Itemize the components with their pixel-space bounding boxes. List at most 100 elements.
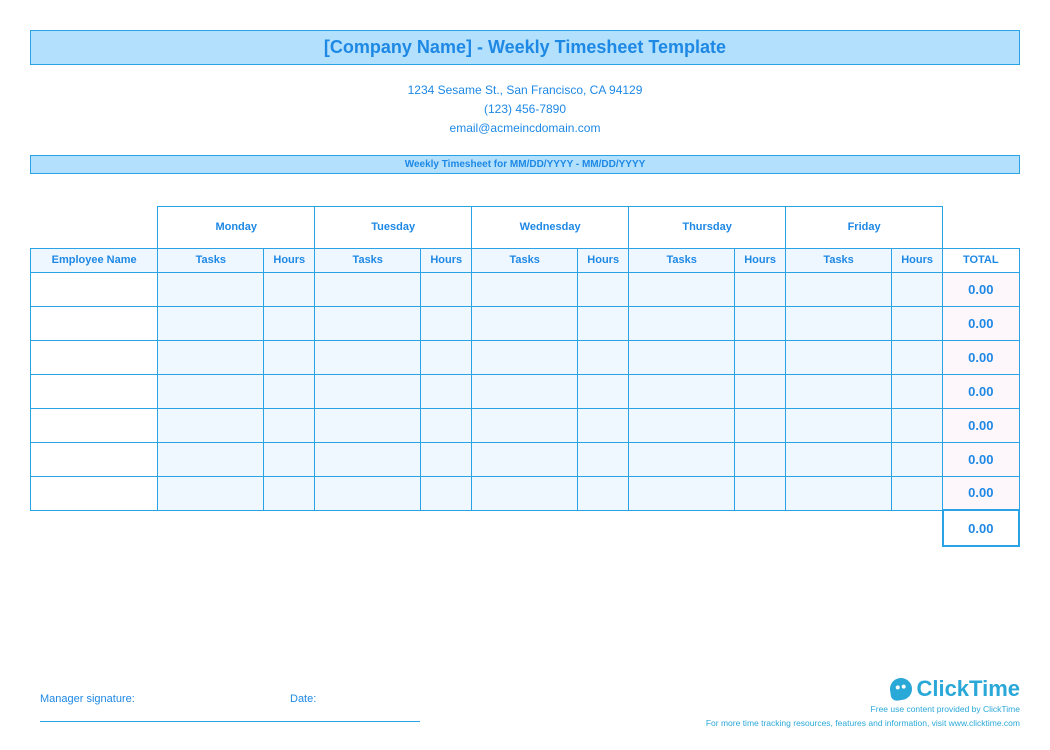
col-employee: Employee Name — [31, 248, 158, 272]
col-hours: Hours — [264, 248, 315, 272]
employee-cell[interactable] — [31, 340, 158, 374]
hours-cell[interactable] — [264, 442, 315, 476]
tasks-cell[interactable] — [472, 340, 578, 374]
hours-cell[interactable] — [264, 374, 315, 408]
hours-cell[interactable] — [892, 408, 943, 442]
hours-cell[interactable] — [421, 306, 472, 340]
company-phone: (123) 456-7890 — [30, 100, 1020, 119]
employee-cell[interactable] — [31, 408, 158, 442]
hours-cell[interactable] — [735, 272, 786, 306]
hours-cell[interactable] — [578, 374, 629, 408]
hours-cell[interactable] — [735, 408, 786, 442]
hours-cell[interactable] — [892, 306, 943, 340]
tasks-cell[interactable] — [629, 340, 735, 374]
tasks-cell[interactable] — [786, 476, 892, 510]
tasks-cell[interactable] — [472, 374, 578, 408]
employee-cell[interactable] — [31, 306, 158, 340]
tasks-cell[interactable] — [158, 272, 264, 306]
hours-cell[interactable] — [735, 476, 786, 510]
hours-cell[interactable] — [735, 374, 786, 408]
company-info: 1234 Sesame St., San Francisco, CA 94129… — [30, 81, 1020, 139]
tasks-cell[interactable] — [158, 340, 264, 374]
footer-line-2: For more time tracking resources, featur… — [706, 718, 1020, 730]
grand-total: 0.00 — [943, 510, 1019, 546]
col-tasks: Tasks — [472, 248, 578, 272]
hours-cell[interactable] — [421, 408, 472, 442]
tasks-cell[interactable] — [629, 476, 735, 510]
hours-cell[interactable] — [735, 442, 786, 476]
employee-cell[interactable] — [31, 374, 158, 408]
tasks-cell[interactable] — [315, 408, 421, 442]
employee-cell[interactable] — [31, 272, 158, 306]
hours-cell[interactable] — [421, 476, 472, 510]
tasks-cell[interactable] — [786, 408, 892, 442]
tasks-cell[interactable] — [629, 306, 735, 340]
row-total: 0.00 — [943, 442, 1019, 476]
tasks-cell[interactable] — [315, 442, 421, 476]
tasks-cell[interactable] — [786, 374, 892, 408]
hours-cell[interactable] — [264, 476, 315, 510]
hours-cell[interactable] — [735, 306, 786, 340]
tasks-cell[interactable] — [158, 442, 264, 476]
brand-name: ClickTime — [916, 676, 1020, 702]
hours-cell[interactable] — [421, 374, 472, 408]
tasks-cell[interactable] — [315, 476, 421, 510]
table-row: 0.00 — [31, 374, 1020, 408]
col-tasks: Tasks — [629, 248, 735, 272]
hours-cell[interactable] — [578, 306, 629, 340]
employee-cell[interactable] — [31, 476, 158, 510]
tasks-cell[interactable] — [158, 476, 264, 510]
tasks-cell[interactable] — [472, 442, 578, 476]
hours-cell[interactable] — [578, 476, 629, 510]
signature-line — [40, 721, 420, 722]
hours-cell[interactable] — [264, 340, 315, 374]
tasks-cell[interactable] — [315, 374, 421, 408]
clicktime-logo-icon — [889, 677, 914, 702]
day-header-monday: Monday — [158, 206, 315, 248]
tasks-cell[interactable] — [786, 306, 892, 340]
table-row: 0.00 — [31, 442, 1020, 476]
hours-cell[interactable] — [892, 374, 943, 408]
tasks-cell[interactable] — [315, 340, 421, 374]
grand-total-row: 0.00 — [31, 510, 1020, 546]
employee-cell[interactable] — [31, 442, 158, 476]
hours-cell[interactable] — [892, 272, 943, 306]
col-hours: Hours — [735, 248, 786, 272]
tasks-cell[interactable] — [158, 374, 264, 408]
table-row: 0.00 — [31, 272, 1020, 306]
tasks-cell[interactable] — [158, 306, 264, 340]
tasks-cell[interactable] — [629, 442, 735, 476]
hours-cell[interactable] — [264, 408, 315, 442]
tasks-cell[interactable] — [315, 272, 421, 306]
hours-cell[interactable] — [735, 340, 786, 374]
hours-cell[interactable] — [892, 442, 943, 476]
hours-cell[interactable] — [421, 272, 472, 306]
hours-cell[interactable] — [421, 340, 472, 374]
hours-cell[interactable] — [578, 442, 629, 476]
tasks-cell[interactable] — [629, 408, 735, 442]
col-total: TOTAL — [943, 248, 1019, 272]
company-address: 1234 Sesame St., San Francisco, CA 94129 — [30, 81, 1020, 100]
tasks-cell[interactable] — [629, 272, 735, 306]
hours-cell[interactable] — [264, 272, 315, 306]
tasks-cell[interactable] — [472, 306, 578, 340]
tasks-cell[interactable] — [786, 272, 892, 306]
tasks-cell[interactable] — [786, 442, 892, 476]
date-label: Date: — [290, 693, 316, 705]
tasks-cell[interactable] — [315, 306, 421, 340]
tasks-cell[interactable] — [158, 408, 264, 442]
hours-cell[interactable] — [578, 408, 629, 442]
tasks-cell[interactable] — [472, 476, 578, 510]
hours-cell[interactable] — [578, 272, 629, 306]
tasks-cell[interactable] — [629, 374, 735, 408]
page-title: [Company Name] - Weekly Timesheet Templa… — [30, 30, 1020, 65]
tasks-cell[interactable] — [472, 408, 578, 442]
hours-cell[interactable] — [892, 476, 943, 510]
tasks-cell[interactable] — [786, 340, 892, 374]
tasks-cell[interactable] — [472, 272, 578, 306]
hours-cell[interactable] — [892, 340, 943, 374]
hours-cell[interactable] — [421, 442, 472, 476]
hours-cell[interactable] — [264, 306, 315, 340]
hours-cell[interactable] — [578, 340, 629, 374]
row-total: 0.00 — [943, 306, 1019, 340]
